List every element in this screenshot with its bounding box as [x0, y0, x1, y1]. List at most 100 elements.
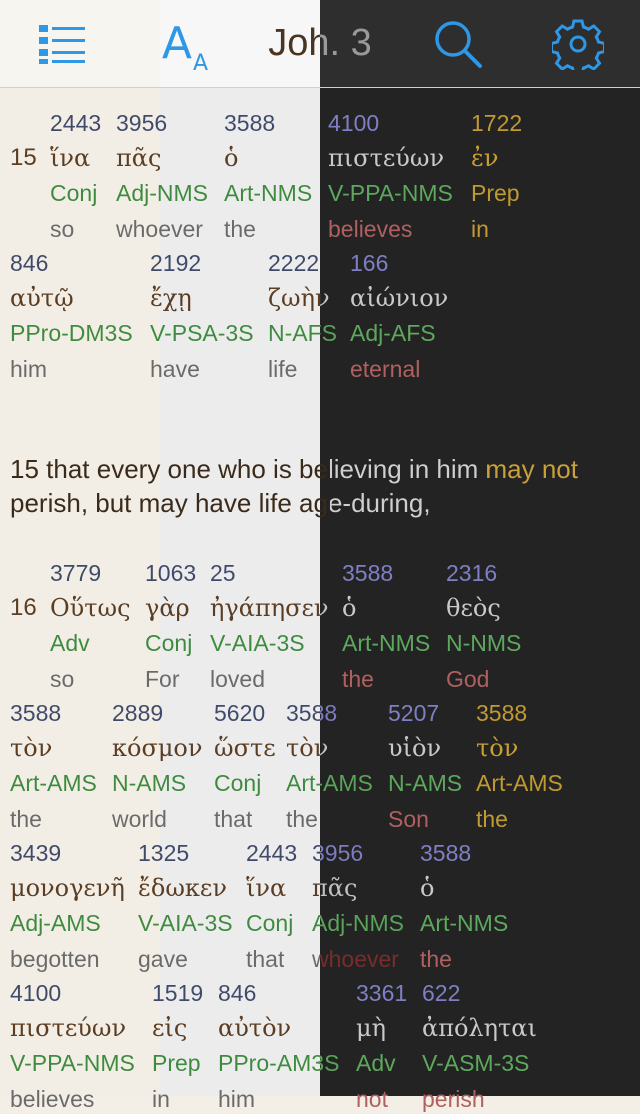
english-gloss: believes	[328, 216, 413, 242]
greek-word[interactable]: πιστεύων	[10, 1013, 126, 1043]
english-gloss: the	[10, 806, 42, 832]
greek-word[interactable]: ὁ	[342, 593, 356, 623]
english-gloss: the	[476, 806, 508, 832]
strongs-number: 5207	[388, 700, 440, 726]
greek-word[interactable]: τὸν	[10, 733, 52, 763]
settings-button[interactable]	[540, 14, 616, 74]
morphology-code: V-AIA-3S	[210, 630, 305, 656]
strongs-number: 3956	[312, 840, 364, 866]
greek-word[interactable]: ζωὴν	[268, 283, 330, 313]
english-gloss: world	[112, 806, 167, 832]
greek-word[interactable]: ὥστε	[214, 733, 276, 763]
english-gloss: in	[152, 1086, 170, 1112]
english-gloss: have	[150, 356, 200, 382]
strongs-number: 3588	[342, 560, 394, 586]
greek-word[interactable]: αὐτὸν	[218, 1013, 291, 1043]
greek-word[interactable]: ὁ	[420, 873, 434, 903]
english-gloss: gave	[138, 946, 188, 972]
morphology-code: Art-NMS	[420, 910, 509, 936]
search-icon	[435, 21, 482, 68]
english-gloss: him	[218, 1086, 256, 1112]
greek-word[interactable]: πιστεύων	[328, 143, 444, 173]
greek-word[interactable]: γὰρ	[145, 593, 190, 623]
greek-word[interactable]: μονογενῆ	[10, 873, 125, 903]
morphology-code: Conj	[50, 180, 98, 206]
morphology-code: Conj	[214, 770, 262, 796]
greek-word[interactable]: ἵνα	[246, 873, 286, 903]
strongs-number: 3588	[420, 840, 472, 866]
morphology-code: N-AFS	[268, 320, 337, 346]
morphology-code: PPro-DM3S	[10, 320, 133, 346]
greek-word[interactable]: Οὕτως	[50, 593, 131, 623]
english-gloss: so	[50, 216, 75, 242]
strongs-number: 4100	[10, 980, 62, 1006]
morphology-code: V-ASM-3S	[422, 1050, 530, 1076]
greek-word[interactable]: ἀπόληται	[422, 1013, 537, 1043]
greek-word[interactable]: αὐτῷ	[10, 283, 74, 313]
greek-word[interactable]: τὸν	[476, 733, 518, 763]
gear-icon	[552, 19, 604, 70]
english-gloss: believes	[10, 1086, 95, 1112]
greek-word[interactable]: ἔχῃ	[150, 283, 192, 313]
morphology-code: Adj-AFS	[350, 320, 436, 346]
greek-word[interactable]: εἰς	[152, 1013, 187, 1043]
english-gloss: life	[268, 356, 298, 382]
morphology-code: N-AMS	[388, 770, 463, 796]
greek-word[interactable]: ἐν	[471, 143, 498, 173]
english-gloss: the	[224, 216, 256, 242]
english-gloss: For	[145, 666, 180, 692]
greek-word[interactable]: ἔδωκεν	[138, 873, 227, 903]
morphology-code: Art-AMS	[476, 770, 563, 796]
greek-word[interactable]: μὴ	[356, 1013, 386, 1043]
greek-word[interactable]: πᾶς	[116, 143, 161, 173]
greek-word[interactable]: κόσμον	[112, 733, 202, 763]
morphology-code: Adj-AMS	[10, 910, 101, 936]
morphology-code: Conj	[145, 630, 193, 656]
strongs-number: 2889	[112, 700, 164, 726]
morphology-code: Adv	[50, 630, 90, 656]
morphology-code: Art-AMS	[10, 770, 97, 796]
strongs-number: 3956	[116, 110, 168, 136]
strongs-number: 3361	[356, 980, 408, 1006]
strongs-number: 1063	[145, 560, 197, 586]
strongs-number: 2443	[246, 840, 298, 866]
english-gloss: God	[446, 666, 490, 692]
strongs-number: 1722	[471, 110, 523, 136]
toolbar: AA Joh. 3	[0, 0, 640, 88]
english-gloss: in	[471, 216, 489, 242]
strongs-number: 2192	[150, 250, 202, 276]
interlinear-content[interactable]: 15 2443 ἵνα Conj so 3956 πᾶς Adj-NMS whoever 3588…	[0, 88, 640, 1112]
morphology-code: Art-NMS	[342, 630, 431, 656]
strongs-number: 3588	[10, 700, 62, 726]
search-button[interactable]	[420, 14, 496, 74]
greek-word[interactable]: ἵνα	[50, 143, 90, 173]
greek-word[interactable]: ἠγάπησεν	[210, 593, 329, 623]
greek-word[interactable]: ὁ	[224, 143, 238, 173]
strongs-number: 3588	[286, 700, 338, 726]
english-gloss: eternal	[350, 356, 421, 382]
greek-word[interactable]: αἰώνιον	[350, 283, 448, 313]
english-gloss: whoever	[312, 946, 399, 972]
strongs-number: 2443	[50, 110, 102, 136]
english-gloss: that	[214, 806, 253, 832]
greek-word[interactable]: υἱὸν	[388, 733, 441, 763]
greek-word[interactable]: πᾶς	[312, 873, 357, 903]
english-gloss: so	[50, 666, 75, 692]
english-gloss: not	[356, 1086, 388, 1112]
morphology-code: Adj-NMS	[116, 180, 209, 206]
greek-word[interactable]: θεὸς	[446, 593, 501, 623]
greek-word[interactable]: τὸν	[286, 733, 328, 763]
strongs-number: 622	[422, 980, 461, 1006]
strongs-number: 3779	[50, 560, 102, 586]
english-gloss: him	[10, 356, 48, 382]
strongs-number: 2222	[268, 250, 320, 276]
morphology-code: N-NMS	[446, 630, 522, 656]
english-gloss: the	[286, 806, 318, 832]
morphology-code: Art-NMS	[224, 180, 313, 206]
verse-translation: 15 that every one who is believing in hi…	[10, 452, 630, 520]
morphology-code: V-AIA-3S	[138, 910, 233, 936]
morphology-code: Prep	[471, 180, 520, 206]
english-gloss: the	[342, 666, 374, 692]
english-gloss: perish	[422, 1086, 485, 1112]
verse-number: 15	[10, 144, 37, 171]
